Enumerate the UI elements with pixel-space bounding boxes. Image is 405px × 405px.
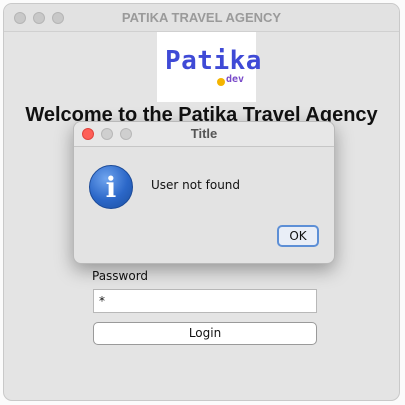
info-icon-glyph: i (105, 171, 117, 204)
ok-button[interactable]: OK (277, 225, 319, 247)
message-dialog: Title i User not found OK (73, 121, 335, 264)
dialog-titlebar: Title (74, 122, 334, 147)
password-field[interactable]: * (93, 289, 317, 313)
password-label: Password (92, 269, 149, 283)
logo-sub: dev (226, 74, 245, 85)
info-icon: i (89, 165, 133, 209)
window-title: PATIKA TRAVEL AGENCY (121, 10, 282, 25)
logo-word: Patika (165, 46, 262, 76)
dialog-title: Title (190, 126, 218, 141)
patika-logo: Patika dev (157, 32, 261, 102)
dialog-message: User not found (151, 178, 241, 192)
window-titlebar: PATIKA TRAVEL AGENCY (4, 4, 399, 32)
login-button[interactable]: Login (93, 322, 317, 345)
logo-dot (217, 78, 225, 86)
